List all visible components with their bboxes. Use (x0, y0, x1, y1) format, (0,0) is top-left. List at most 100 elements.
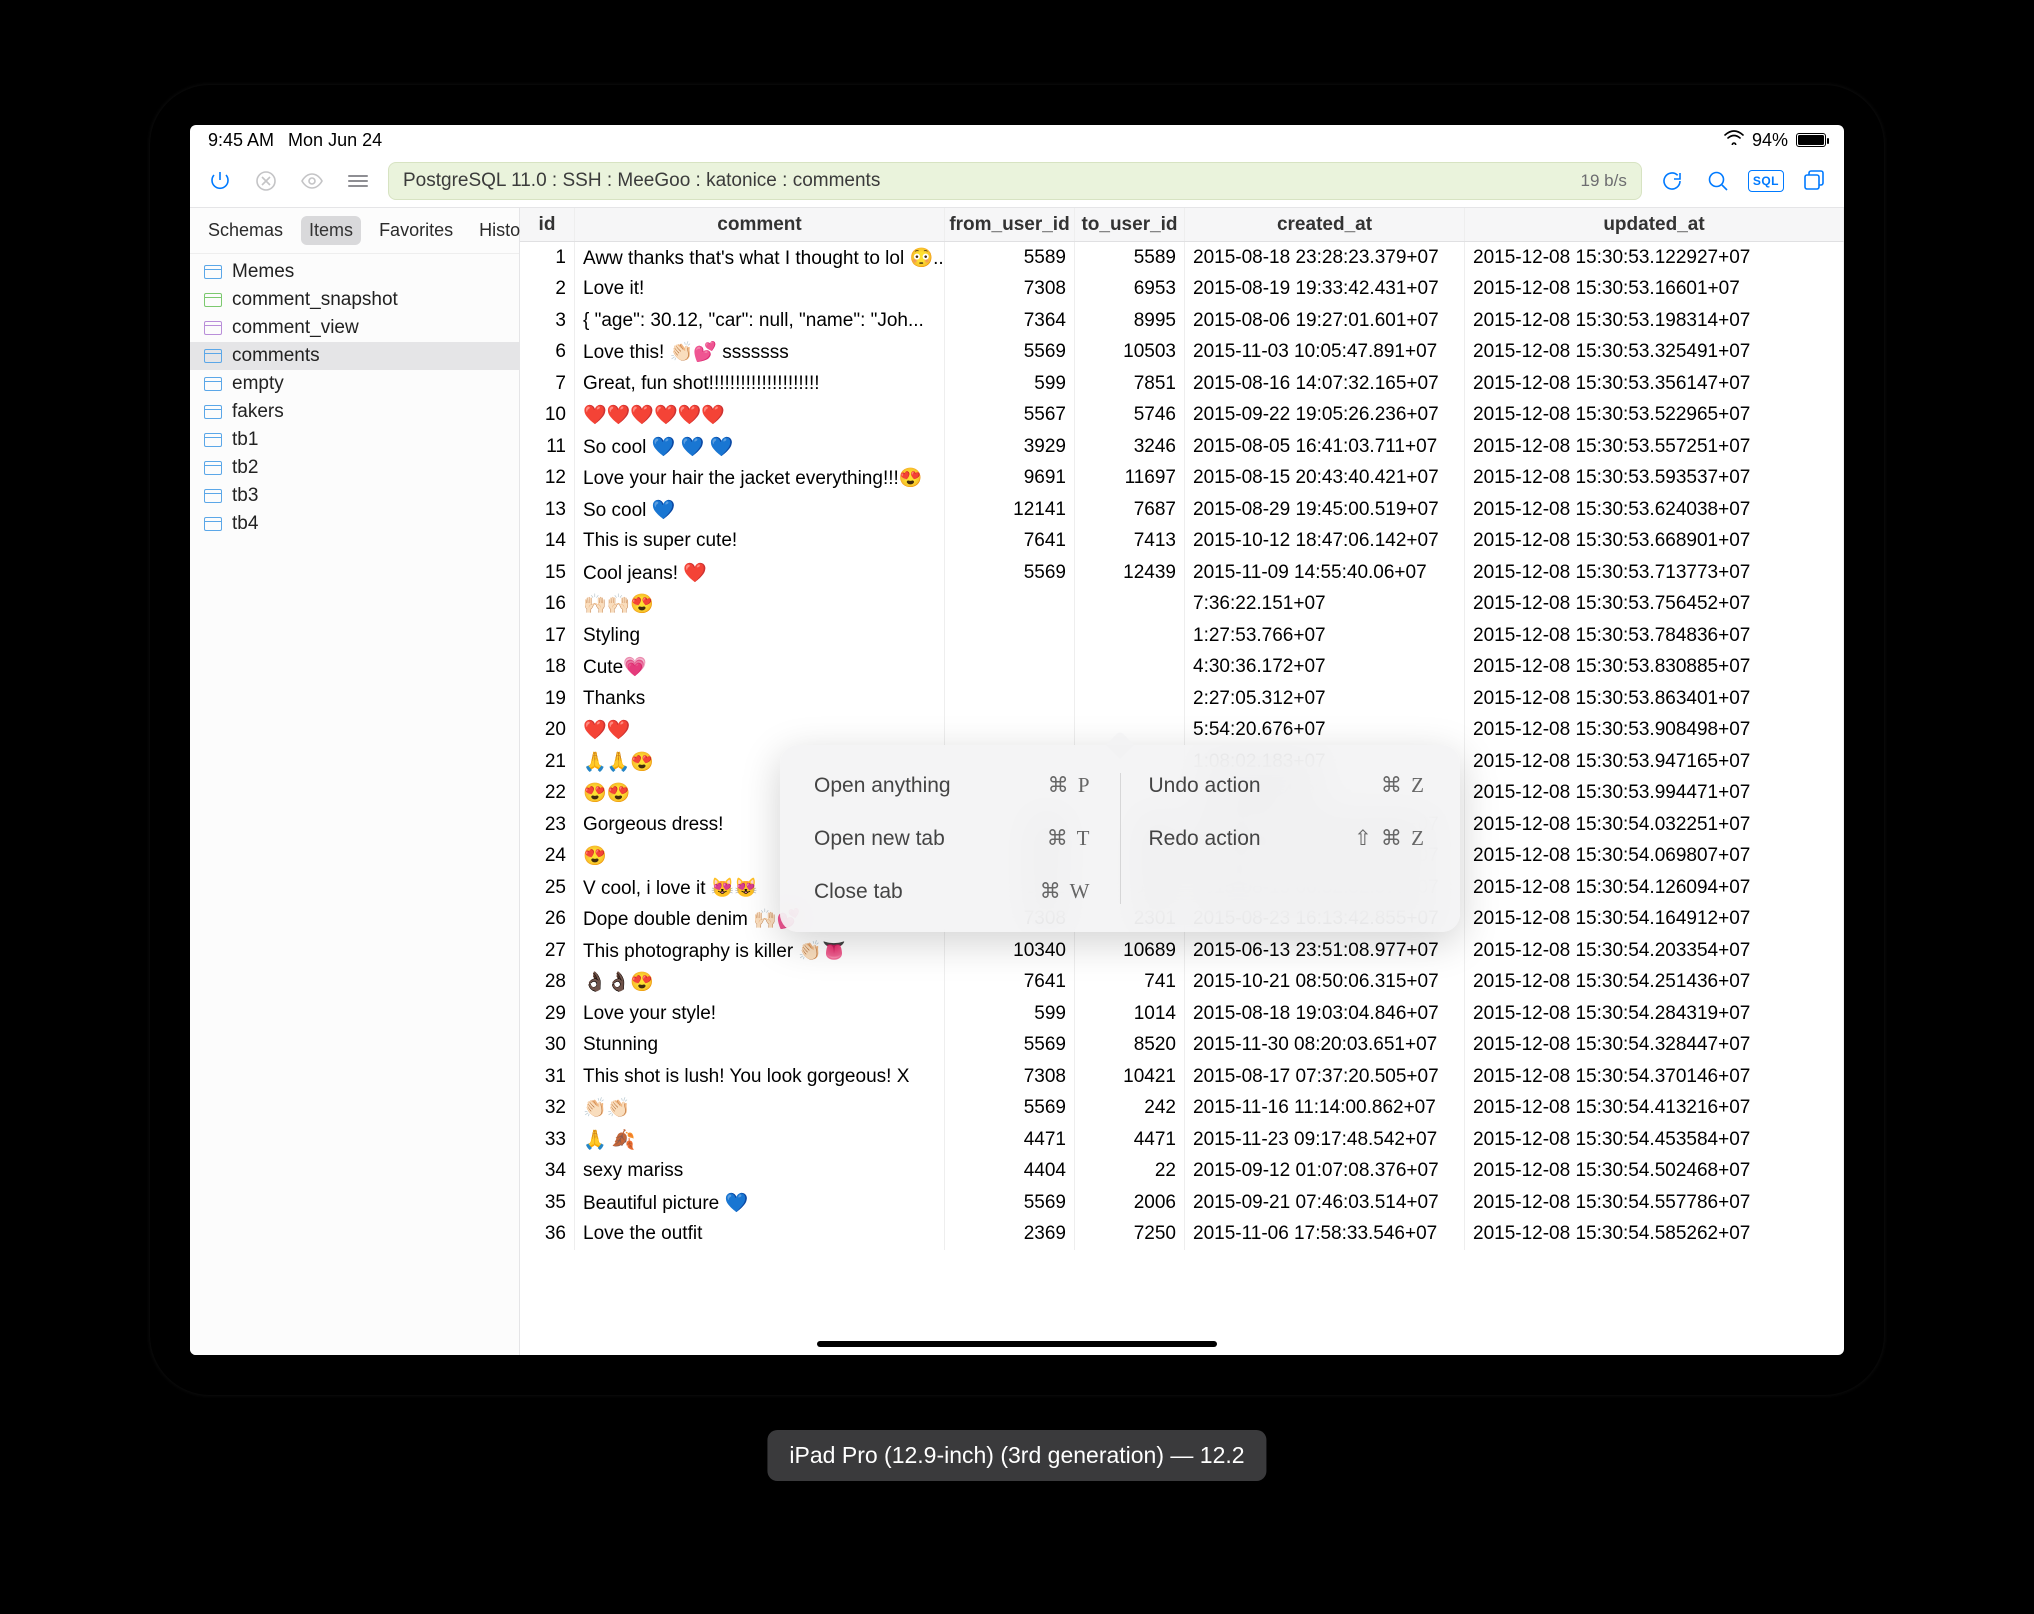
table-row[interactable]: 35Beautiful picture 💙556920062015-09-21 … (520, 1187, 1844, 1219)
sidebar-item-tb3[interactable]: tb3 (190, 482, 519, 510)
sidebar-item-label: tb1 (232, 429, 258, 451)
table-row[interactable]: 28👌🏿👌🏿😍76417412015-10-21 08:50:06.315+07… (520, 967, 1844, 999)
breadcrumb-bar[interactable]: PostgreSQL 11.0 : SSH : MeeGoo : katonic… (388, 162, 1642, 200)
table-row[interactable]: 32👏🏻👏🏻55692422015-11-16 11:14:00.862+072… (520, 1093, 1844, 1125)
table-row[interactable]: 1Aww thanks that's what I thought to lol… (520, 242, 1844, 274)
cell: Great, fun shot!!!!!!!!!!!!!!!!!!!!! (575, 368, 945, 400)
table-row[interactable]: 20❤️❤️5:54:20.676+072015-12-08 15:30:53.… (520, 715, 1844, 747)
sidebar-item-tb1[interactable]: tb1 (190, 426, 519, 454)
table-header: id comment from_user_id to_user_id creat… (520, 208, 1844, 242)
col-id[interactable]: id (520, 208, 575, 241)
sidebar-item-tb4[interactable]: tb4 (190, 510, 519, 538)
cell: 2015-12-08 15:30:53.830885+07 (1465, 652, 1844, 684)
table-row[interactable]: 18Cute💗4:30:36.172+072015-12-08 15:30:53… (520, 652, 1844, 684)
cell (1075, 652, 1185, 684)
cell: 2015-12-08 15:30:53.863401+07 (1465, 683, 1844, 715)
cell: 11 (520, 431, 575, 463)
col-comment[interactable]: comment (575, 208, 945, 241)
cell: 2015-12-08 15:30:54.164912+07 (1465, 904, 1844, 936)
cell: 7308 (945, 1061, 1075, 1093)
shortcut-label: Redo action (1149, 827, 1261, 851)
shortcut-item[interactable]: Open new tab⌘ T (814, 826, 1092, 851)
cell: 2015-12-08 15:30:54.284319+07 (1465, 998, 1844, 1030)
table-row[interactable]: 14This is super cute!764174132015-10-12 … (520, 526, 1844, 558)
wifi-icon (1724, 130, 1744, 150)
power-icon[interactable] (204, 165, 236, 197)
cell: 21 (520, 746, 575, 778)
sidebar-item-comment_snapshot[interactable]: comment_snapshot (190, 286, 519, 314)
cell: 8520 (1075, 1030, 1185, 1062)
sidebar-item-label: tb4 (232, 513, 258, 535)
shortcut-item[interactable]: Undo action⌘ Z (1149, 773, 1427, 798)
table-row[interactable]: 16🙌🏻🙌🏻😍7:36:22.151+072015-12-08 15:30:53… (520, 589, 1844, 621)
cell: 7364 (945, 305, 1075, 337)
cell: 20 (520, 715, 575, 747)
sidebar: SchemasItemsFavoritesHistory Memescommen… (190, 208, 520, 1355)
sql-button[interactable]: SQL (1748, 170, 1784, 192)
col-created-at[interactable]: created_at (1185, 208, 1465, 241)
cell: 4404 (945, 1156, 1075, 1188)
cell: So cool 💙 (575, 494, 945, 526)
sidebar-tab-favorites[interactable]: Favorites (371, 216, 461, 245)
table-row[interactable]: 29Love your style!59910142015-08-18 19:0… (520, 998, 1844, 1030)
refresh-icon[interactable] (1656, 165, 1688, 197)
table-row[interactable]: 31This shot is lush! You look gorgeous! … (520, 1061, 1844, 1093)
sidebar-item-Memes[interactable]: Memes (190, 258, 519, 286)
sidebar-tab-items[interactable]: Items (301, 216, 361, 245)
cell: 7308 (945, 274, 1075, 306)
table-row[interactable]: 15Cool jeans! ❤️5569124392015-11-09 14:5… (520, 557, 1844, 589)
cell: 👏🏻👏🏻 (575, 1093, 945, 1125)
table-row[interactable]: 30Stunning556985202015-11-30 08:20:03.65… (520, 1030, 1844, 1062)
cell: 2015-12-08 15:30:54.251436+07 (1465, 967, 1844, 999)
table-row[interactable]: 3{ "age": 30.12, "car": null, "name": "J… (520, 305, 1844, 337)
cell: 36 (520, 1219, 575, 1251)
shortcut-item[interactable]: Close tab⌘ W (814, 879, 1092, 904)
home-indicator[interactable] (817, 1341, 1217, 1347)
sidebar-item-comment_view[interactable]: comment_view (190, 314, 519, 342)
cell: 2015-10-21 08:50:06.315+07 (1185, 967, 1465, 999)
table-row[interactable]: 34sexy mariss4404222015-09-12 01:07:08.3… (520, 1156, 1844, 1188)
shortcut-item[interactable]: Open anything⌘ P (814, 773, 1092, 798)
cell: 741 (1075, 967, 1185, 999)
table-row[interactable]: 27This photography is killer 👏🏻👅10340106… (520, 935, 1844, 967)
cell: Beautiful picture 💙 (575, 1187, 945, 1219)
cell: 7641 (945, 526, 1075, 558)
table-row[interactable]: 19Thanks2:27:05.312+072015-12-08 15:30:5… (520, 683, 1844, 715)
table-row[interactable]: 12Love your hair the jacket everything!!… (520, 463, 1844, 495)
table-row[interactable]: 7Great, fun shot!!!!!!!!!!!!!!!!!!!!!599… (520, 368, 1844, 400)
cell: 3246 (1075, 431, 1185, 463)
sidebar-tab-schemas[interactable]: Schemas (200, 216, 291, 245)
cell: 2015-08-17 07:37:20.505+07 (1185, 1061, 1465, 1093)
shortcut-item[interactable]: Redo action ⇧ ⌘ Z (1149, 826, 1427, 851)
cell: 2015-08-15 20:43:40.421+07 (1185, 463, 1465, 495)
table-icon (204, 461, 222, 475)
table-row[interactable]: 13So cool 💙1214176872015-08-29 19:45:00.… (520, 494, 1844, 526)
menu-icon[interactable] (342, 165, 374, 197)
cell: 2015-12-08 15:30:53.908498+07 (1465, 715, 1844, 747)
eye-icon[interactable] (296, 165, 328, 197)
tabs-icon[interactable] (1798, 165, 1830, 197)
ipad-frame: 9:45 AM Mon Jun 24 94% (150, 85, 1884, 1395)
table-row[interactable]: 11So cool 💙 💙 💙392932462015-08-05 16:41:… (520, 431, 1844, 463)
cell: 26 (520, 904, 575, 936)
col-to-user[interactable]: to_user_id (1075, 208, 1185, 241)
cell: 2369 (945, 1219, 1075, 1251)
cell: 2015-08-18 19:03:04.846+07 (1185, 998, 1465, 1030)
search-icon[interactable] (1702, 165, 1734, 197)
cancel-icon[interactable] (250, 165, 282, 197)
sidebar-item-fakers[interactable]: fakers (190, 398, 519, 426)
col-updated-at[interactable]: updated_at (1465, 208, 1844, 241)
table-row[interactable]: 10❤️❤️❤️❤️❤️❤️556757462015-09-22 19:05:2… (520, 400, 1844, 432)
sidebar-item-empty[interactable]: empty (190, 370, 519, 398)
table-row[interactable]: 36Love the outfit236972502015-11-06 17:5… (520, 1219, 1844, 1251)
cell: 32 (520, 1093, 575, 1125)
status-time: 9:45 AM (208, 130, 274, 151)
sidebar-item-tb2[interactable]: tb2 (190, 454, 519, 482)
shortcut-keys: ⇧ ⌘ Z (1354, 826, 1426, 851)
table-row[interactable]: 17Styling1:27:53.766+072015-12-08 15:30:… (520, 620, 1844, 652)
sidebar-item-comments[interactable]: comments (190, 342, 519, 370)
col-from-user[interactable]: from_user_id (945, 208, 1075, 241)
table-row[interactable]: 2Love it!730869532015-08-19 19:33:42.431… (520, 274, 1844, 306)
table-row[interactable]: 6Love this! 👏🏻💕 sssssss5569105032015-11-… (520, 337, 1844, 369)
table-row[interactable]: 33🙏 🍂447144712015-11-23 09:17:48.542+072… (520, 1124, 1844, 1156)
